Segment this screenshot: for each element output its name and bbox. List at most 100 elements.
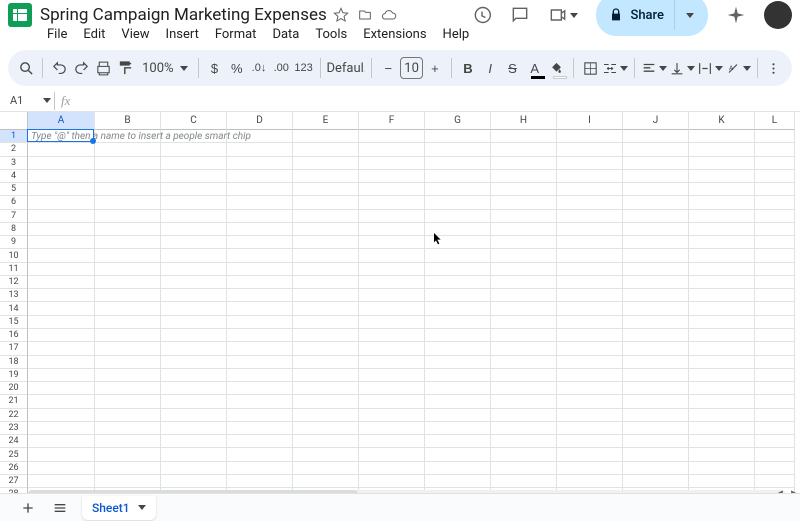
cell-B17[interactable] xyxy=(95,342,161,355)
cell-I14[interactable] xyxy=(557,302,623,315)
cell-B24[interactable] xyxy=(95,435,161,448)
row-header-21[interactable]: 21 xyxy=(0,395,28,408)
cell-J10[interactable] xyxy=(623,249,689,262)
spreadsheet-grid[interactable]: ABCDEFGHIJKL 123456789101112131415161718… xyxy=(0,112,800,502)
cell-K7[interactable] xyxy=(689,210,755,223)
cell-D10[interactable] xyxy=(227,249,293,262)
row-header-9[interactable]: 9 xyxy=(0,236,28,249)
cell-C27[interactable] xyxy=(161,475,227,488)
cell-E24[interactable] xyxy=(293,435,359,448)
cell-F24[interactable] xyxy=(359,435,425,448)
cell-F18[interactable] xyxy=(359,356,425,369)
cell-K19[interactable] xyxy=(689,369,755,382)
cell-C21[interactable] xyxy=(161,395,227,408)
sheets-logo[interactable] xyxy=(8,3,32,27)
cell-I10[interactable] xyxy=(557,249,623,262)
cell-K22[interactable] xyxy=(689,409,755,422)
row-header-15[interactable]: 15 xyxy=(0,316,28,329)
cell-D8[interactable] xyxy=(227,223,293,236)
cell-G6[interactable] xyxy=(425,196,491,209)
cell-A11[interactable] xyxy=(28,263,95,276)
all-sheets-button[interactable] xyxy=(50,498,70,518)
cell-F16[interactable] xyxy=(359,329,425,342)
cell-K1[interactable] xyxy=(689,130,755,143)
cell-E5[interactable] xyxy=(293,183,359,196)
cell-F11[interactable] xyxy=(359,263,425,276)
share-button[interactable]: Share xyxy=(596,0,708,36)
cell-I3[interactable] xyxy=(557,157,623,170)
cell-J13[interactable] xyxy=(623,289,689,302)
percent-button[interactable]: % xyxy=(227,55,247,81)
cell-L18[interactable] xyxy=(755,356,795,369)
row-header-14[interactable]: 14 xyxy=(0,302,28,315)
cell-J2[interactable] xyxy=(623,143,689,156)
cell-I21[interactable] xyxy=(557,395,623,408)
cell-C14[interactable] xyxy=(161,302,227,315)
cell-K8[interactable] xyxy=(689,223,755,236)
cell-J12[interactable] xyxy=(623,276,689,289)
cell-L16[interactable] xyxy=(755,329,795,342)
cell-L8[interactable] xyxy=(755,223,795,236)
row-header-10[interactable]: 10 xyxy=(0,249,28,262)
cell-C16[interactable] xyxy=(161,329,227,342)
cell-F5[interactable] xyxy=(359,183,425,196)
more-toolbar-button[interactable] xyxy=(764,55,784,81)
cell-G27[interactable] xyxy=(425,475,491,488)
cell-I5[interactable] xyxy=(557,183,623,196)
cell-K9[interactable] xyxy=(689,236,755,249)
cell-E15[interactable] xyxy=(293,316,359,329)
cell-F22[interactable] xyxy=(359,409,425,422)
cell-I4[interactable] xyxy=(557,170,623,183)
col-header-B[interactable]: B xyxy=(95,112,161,130)
cell-B16[interactable] xyxy=(95,329,161,342)
cell-L19[interactable] xyxy=(755,369,795,382)
cell-C18[interactable] xyxy=(161,356,227,369)
cell-J7[interactable] xyxy=(623,210,689,223)
cell-K25[interactable] xyxy=(689,448,755,461)
cell-B22[interactable] xyxy=(95,409,161,422)
cell-L20[interactable] xyxy=(755,382,795,395)
cell-E8[interactable] xyxy=(293,223,359,236)
cell-F13[interactable] xyxy=(359,289,425,302)
cell-J18[interactable] xyxy=(623,356,689,369)
undo-button[interactable] xyxy=(49,55,69,81)
cell-J1[interactable] xyxy=(623,130,689,143)
cell-H19[interactable] xyxy=(491,369,557,382)
cell-L3[interactable] xyxy=(755,157,795,170)
cell-G25[interactable] xyxy=(425,448,491,461)
cell-H4[interactable] xyxy=(491,170,557,183)
cell-H14[interactable] xyxy=(491,302,557,315)
cell-C17[interactable] xyxy=(161,342,227,355)
cell-J11[interactable] xyxy=(623,263,689,276)
cell-H26[interactable] xyxy=(491,462,557,475)
cell-D22[interactable] xyxy=(227,409,293,422)
cell-L25[interactable] xyxy=(755,448,795,461)
cell-A25[interactable] xyxy=(28,448,95,461)
cell-B3[interactable] xyxy=(95,157,161,170)
cell-E14[interactable] xyxy=(293,302,359,315)
row-header-25[interactable]: 25 xyxy=(0,448,28,461)
cell-B18[interactable] xyxy=(95,356,161,369)
cell-H3[interactable] xyxy=(491,157,557,170)
search-menus-button[interactable] xyxy=(16,55,36,81)
cell-C12[interactable] xyxy=(161,276,227,289)
cell-F15[interactable] xyxy=(359,316,425,329)
cell-C15[interactable] xyxy=(161,316,227,329)
cell-A16[interactable] xyxy=(28,329,95,342)
cell-I1[interactable] xyxy=(557,130,623,143)
cell-J23[interactable] xyxy=(623,422,689,435)
cell-E1[interactable] xyxy=(293,130,359,143)
cell-K24[interactable] xyxy=(689,435,755,448)
menu-file[interactable]: File xyxy=(40,25,74,44)
cell-E21[interactable] xyxy=(293,395,359,408)
name-box[interactable]: A1 xyxy=(0,94,52,107)
increase-decimal-button[interactable]: .00 xyxy=(271,55,291,81)
account-avatar[interactable] xyxy=(764,1,792,29)
cell-A10[interactable] xyxy=(28,249,95,262)
borders-button[interactable] xyxy=(580,55,600,81)
row-header-22[interactable]: 22 xyxy=(0,409,28,422)
cell-B5[interactable] xyxy=(95,183,161,196)
row-header-26[interactable]: 26 xyxy=(0,462,28,475)
cell-J20[interactable] xyxy=(623,382,689,395)
cell-L17[interactable] xyxy=(755,342,795,355)
